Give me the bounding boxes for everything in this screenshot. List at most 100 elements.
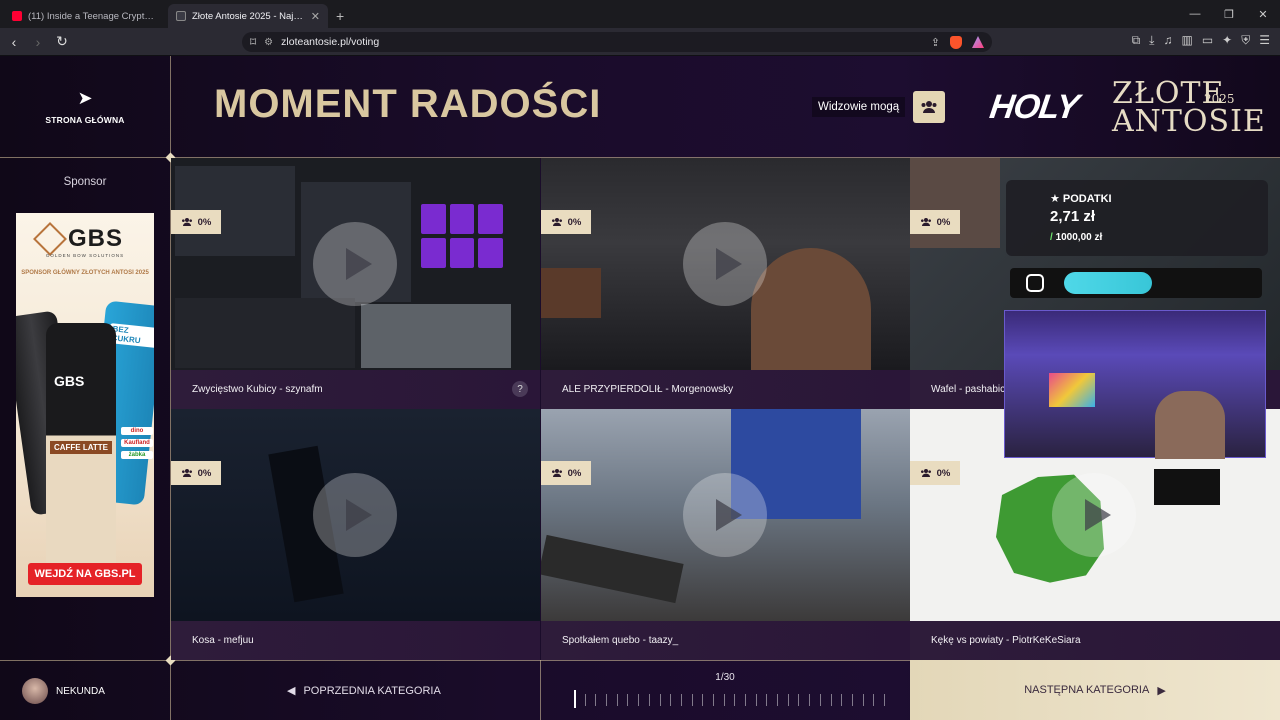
progress-tick[interactable] <box>691 694 693 706</box>
forward-icon[interactable]: › <box>28 34 48 50</box>
play-button-icon[interactable] <box>683 222 767 306</box>
progress-tick[interactable] <box>584 694 586 706</box>
category-counter: 1/30 <box>715 672 735 683</box>
progress-tick[interactable] <box>766 694 768 706</box>
translate-icon[interactable]: ⧉ <box>1132 33 1141 48</box>
progress-tick[interactable] <box>670 694 672 706</box>
browser-tab-youtube[interactable]: (11) Inside a Teenage Crypto Crime E <box>4 4 164 28</box>
vote-percent: 0% <box>567 467 582 479</box>
progress-tick[interactable] <box>873 694 875 706</box>
minimize-icon[interactable]: — <box>1178 0 1212 28</box>
viewers-button[interactable] <box>913 91 946 123</box>
sponsor-brand-sub: GOLDEN BOW SOLUTIONS <box>45 253 125 258</box>
event-logo[interactable]: HOLY ZŁOTE 2025 ANTOSIE <box>986 74 1264 139</box>
leo-ai-icon[interactable]: ✦ <box>1222 33 1232 48</box>
progress-tick[interactable] <box>574 690 576 708</box>
progress-tick[interactable] <box>862 694 864 706</box>
bookmark-icon[interactable]: ⌑ <box>250 35 256 49</box>
progress-tick[interactable] <box>884 694 885 706</box>
users-icon <box>181 469 192 477</box>
progress-tick[interactable] <box>787 694 789 706</box>
sidebar-icon[interactable]: ▥ <box>1181 33 1192 48</box>
download-icon[interactable]: ⤓ <box>1149 33 1154 48</box>
progress-tick[interactable] <box>616 694 618 706</box>
progress-tick[interactable] <box>595 694 597 706</box>
back-icon[interactable]: ‹ <box>4 34 24 50</box>
nominee-card[interactable]: 0% Spotkałem quebo - taazy_ <box>541 409 910 660</box>
play-button-icon[interactable] <box>313 222 397 306</box>
sponsor-tagline: SPONSOR GŁÓWNY ZŁOTYCH ANTOSI 2025 <box>21 270 149 276</box>
progress-tick[interactable] <box>819 694 821 706</box>
browser-tab-zloteantosie[interactable]: Złote Antosie 2025 - Największy ✕ <box>168 4 328 28</box>
maximize-icon[interactable]: ❐ <box>1212 0 1246 28</box>
site-favicon-icon <box>176 11 186 21</box>
close-window-icon[interactable]: ✕ <box>1246 0 1280 28</box>
close-tab-icon[interactable]: ✕ <box>311 10 320 23</box>
sponsor-banner[interactable]: GBS GOLDEN BOW SOLUTIONS SPONSOR GŁÓWNY … <box>16 213 154 597</box>
play-button-icon[interactable] <box>683 473 767 557</box>
progress-tick[interactable] <box>627 694 629 706</box>
users-icon <box>920 469 931 477</box>
progress-tick[interactable] <box>702 694 704 706</box>
users-icon <box>921 101 937 113</box>
nominee-card[interactable]: 0% Kosa - mefjuu <box>171 409 540 660</box>
help-icon[interactable]: ? <box>512 381 528 397</box>
users-icon <box>551 469 562 477</box>
retailer-logo: Kaufland <box>121 439 153 447</box>
previous-category-button[interactable]: ◀ POPRZEDNIA KATEGORIA <box>287 684 441 698</box>
home-link[interactable]: ➤ STRONA GŁÓWNA <box>0 56 170 158</box>
reload-icon[interactable]: ↻ <box>52 33 72 50</box>
users-icon <box>920 218 931 226</box>
arrow-left-icon: ◀ <box>287 685 296 697</box>
progress-tick[interactable] <box>712 694 714 706</box>
address-bar[interactable]: ⌑ ⚙ zloteantosie.pl/voting ⇪ 1 <box>242 32 992 52</box>
instagram-handle-pill <box>1064 272 1152 294</box>
logo-holy: HOLY <box>987 88 1081 126</box>
progress-tick[interactable] <box>841 694 843 706</box>
progress-tick[interactable] <box>606 694 608 706</box>
play-button-icon[interactable] <box>1052 473 1136 557</box>
next-category-button[interactable]: NASTĘPNA KATEGORIA ▶ <box>910 660 1280 720</box>
browser-toolbar: ‹ › ↻ ⌑ ⚙ zloteantosie.pl/voting ⇪ 1 ⧉ ⤓… <box>0 28 1280 56</box>
sponsor-label: Sponsor <box>63 176 107 188</box>
nominee-card[interactable]: 0% ALE PRZYPIERDOLIŁ - Morgenowsky <box>541 158 910 409</box>
progress-tick[interactable] <box>648 694 650 706</box>
url-text[interactable]: zloteantosie.pl/voting <box>281 36 379 48</box>
play-button-icon[interactable] <box>313 473 397 557</box>
nominee-card[interactable]: 0% Zwycięstwo Kubicy - szynafm ? <box>171 158 540 409</box>
arrow-right-icon: ▶ <box>1157 684 1166 697</box>
progress-tick[interactable] <box>798 694 800 706</box>
progress-tick[interactable] <box>809 694 811 706</box>
vpn-icon[interactable]: ⛨ <box>1241 33 1250 48</box>
voting-page: ➤ STRONA GŁÓWNA MOMENT RADOŚCI Widzowie … <box>0 56 1280 720</box>
can-label: CAFFE LATTE <box>50 441 112 454</box>
progress-tick[interactable] <box>659 694 661 706</box>
progress-tick[interactable] <box>638 694 640 706</box>
sponsor-cta-button[interactable]: WEJDŹ NA GBS.PL <box>28 563 142 585</box>
progress-tick[interactable] <box>830 694 832 706</box>
progress-tick[interactable] <box>777 694 779 706</box>
progress-tick[interactable] <box>745 694 747 706</box>
instagram-icon <box>1026 274 1044 292</box>
progress-tick[interactable] <box>680 694 682 706</box>
share-icon[interactable]: ⇪ <box>931 36 940 49</box>
new-tab-icon[interactable]: + <box>336 4 344 28</box>
frame-divider <box>540 660 541 720</box>
overlay-goal-value: 1000,00 zł <box>1055 232 1103 243</box>
wallet-icon[interactable]: ▭ <box>1202 33 1213 48</box>
vote-percent-badge: 0% <box>910 210 960 234</box>
brave-shields-icon[interactable] <box>950 35 962 49</box>
vote-percent: 0% <box>936 216 951 228</box>
progress-tick[interactable] <box>734 694 736 706</box>
menu-icon[interactable]: ☰ <box>1259 33 1270 48</box>
media-icon[interactable]: ♫ <box>1163 33 1172 48</box>
brave-rewards-icon[interactable]: 1 <box>972 36 984 48</box>
user-profile[interactable]: NEKUNDA <box>22 678 105 704</box>
progress-tick[interactable] <box>851 694 853 706</box>
progress-tick[interactable] <box>755 694 757 706</box>
site-info-icon[interactable]: ⚙ <box>264 37 273 48</box>
overlay-goal: / 1000,00 zł <box>1050 232 1103 243</box>
logo-antosie: ANTOSIE <box>1112 104 1266 139</box>
category-progress[interactable] <box>574 690 885 708</box>
progress-tick[interactable] <box>723 694 725 706</box>
